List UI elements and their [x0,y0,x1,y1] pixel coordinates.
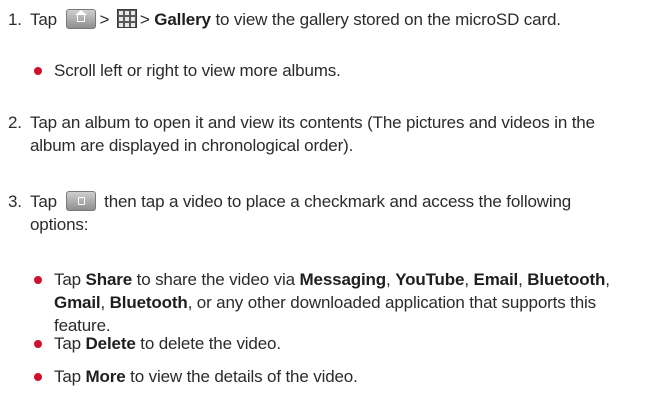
bullet-text: Tap [54,367,81,386]
bullet-text: Scroll left or right to view more albums… [54,61,341,80]
bullet-delete: Tap Delete to delete the video. [30,332,650,355]
gmail-label: Gmail [54,293,101,312]
step-number: 2. [8,113,22,132]
bullet-text: , or any other downloaded application th… [187,293,597,312]
bullet-text: to view the details of the video. [130,367,358,386]
step-text: Tap [30,10,57,29]
messaging-label: Messaging [299,270,387,289]
step-number: 3. [8,192,22,211]
youtube-label: YouTube [395,270,465,289]
step-2: 2. Tap an album to open it and view its c… [8,111,658,157]
step-text: Tap an album to open it and view its con… [30,113,595,132]
step-text: options: [30,215,89,234]
step-text: to view the gallery stored on the microS… [215,10,561,29]
separator: > [139,10,150,29]
separator: > [99,10,110,29]
bullet-text: to delete the video. [140,334,281,353]
bullet-scroll: Scroll left or right to view more albums… [30,59,650,82]
step-text: album are displayed in chronological ord… [30,136,354,155]
applications-grid-icon [116,9,137,28]
gallery-label: Gallery [154,10,211,29]
more-label: More [85,367,126,386]
manual-page: 1. Tap > > Gallery to view the gallery st… [0,0,670,399]
step-text: then tap a video to place a checkmark an… [104,192,572,211]
bullet-text: Tap [54,334,81,353]
bullet-text: Tap [54,270,81,289]
bluetooth-label: Bluetooth [109,293,188,312]
bullet-dot [34,67,42,75]
bullet-text: to share the video via [136,270,295,289]
step-number: 1. [8,10,22,29]
menu-key-icon [65,191,96,211]
step-3: 3. Tap then tap a video to place a checkm… [8,190,658,236]
email-label: Email [473,270,519,289]
bullet-dot [34,373,42,381]
share-label: Share [85,270,133,289]
bullet-share: Tap Share to share the video via Messagi… [30,268,650,337]
bullet-dot [34,276,42,284]
home-key-icon [65,9,96,29]
bullet-more: Tap More to view the details of the vide… [30,365,650,388]
step-1: 1. Tap > > Gallery to view the gallery st… [8,8,658,31]
bluetooth-label: Bluetooth [527,270,606,289]
bullet-dot [34,340,42,348]
step-text: Tap [30,192,57,211]
delete-label: Delete [85,334,136,353]
